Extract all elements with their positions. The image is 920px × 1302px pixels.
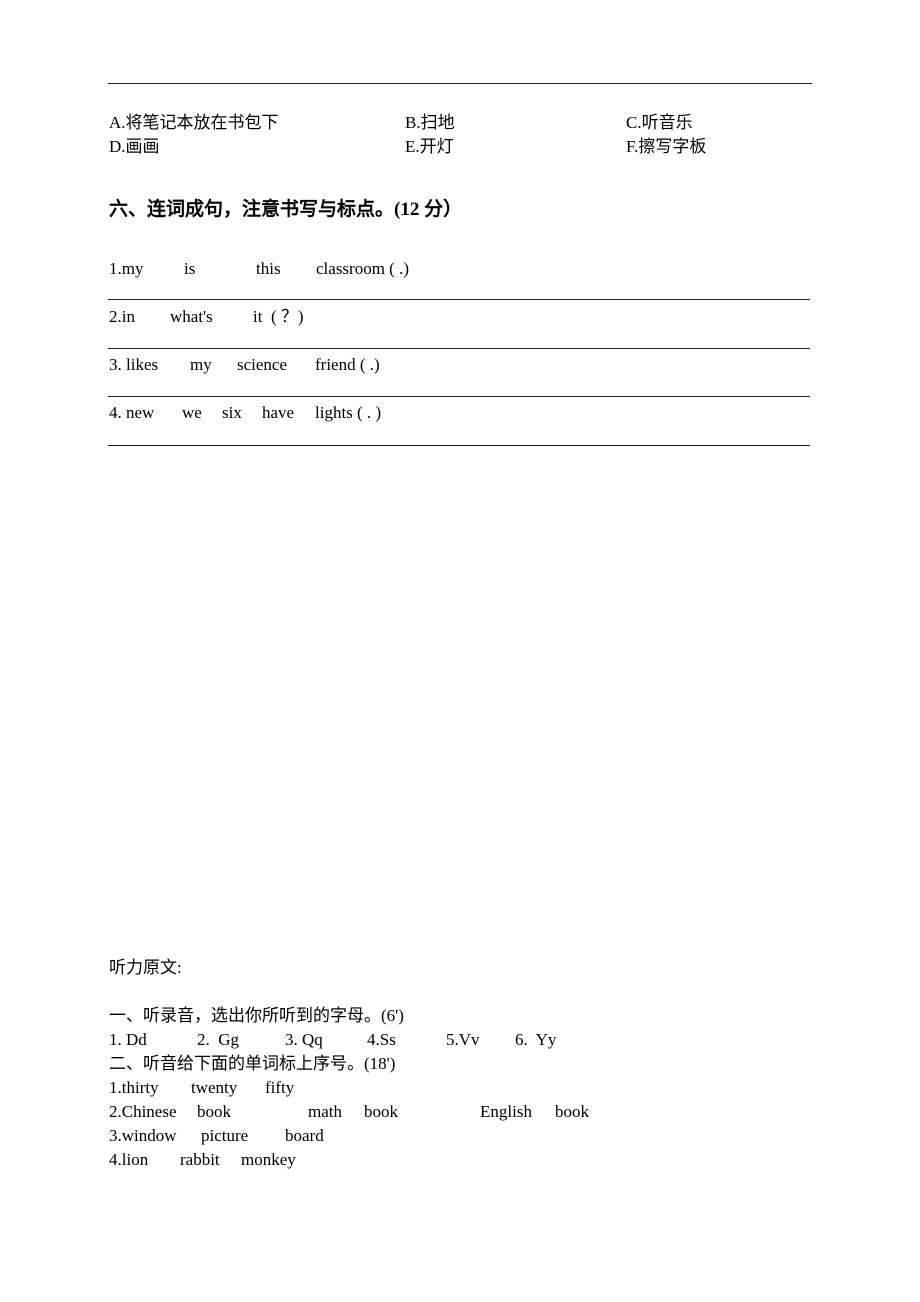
- word: 4. new: [109, 403, 155, 422]
- option-d: D.画画: [109, 137, 160, 156]
- listening-part1-title: 一、听录音，选出你所听到的字母。(6'): [109, 1006, 404, 1025]
- word: what's: [170, 307, 213, 326]
- word: 4.lion: [109, 1150, 149, 1169]
- word: book: [364, 1102, 398, 1121]
- word: lights ( . ): [315, 403, 382, 422]
- letter-item: 3. Qq: [285, 1030, 323, 1049]
- word: six: [222, 403, 242, 422]
- answer-line-1[interactable]: [108, 299, 810, 300]
- letter-item: 1. Dd: [109, 1030, 147, 1049]
- word: book: [197, 1102, 231, 1121]
- option-e: E.开灯: [405, 137, 454, 156]
- word: classroom ( .): [316, 259, 410, 278]
- option-f: F.擦写字板: [626, 137, 707, 156]
- word: 2.in: [109, 307, 135, 326]
- word: picture: [201, 1126, 249, 1145]
- word: fifty: [265, 1078, 295, 1097]
- word: friend ( .): [315, 355, 380, 374]
- word: monkey: [241, 1150, 296, 1169]
- word: 1.my: [109, 259, 144, 278]
- option-a: A.将笔记本放在书包下: [109, 113, 279, 132]
- word: 2.Chinese: [109, 1102, 177, 1121]
- letter-item: 5.Vv: [446, 1030, 480, 1049]
- listening-part2-title: 二、听音给下面的单词标上序号。(18'): [109, 1054, 396, 1073]
- word: board: [285, 1126, 324, 1145]
- word: twenty: [191, 1078, 238, 1097]
- letter-item: 4.Ss: [367, 1030, 396, 1049]
- letter-item: 2. Gg: [197, 1030, 240, 1049]
- word: math: [308, 1102, 342, 1121]
- word: this: [256, 259, 281, 278]
- word: my: [190, 355, 212, 374]
- top-divider: [108, 83, 812, 84]
- listening-title: 听力原文:: [109, 958, 182, 977]
- section6-title: 六、连词成句，注意书写与标点。(12 分）: [109, 199, 463, 220]
- word: book: [555, 1102, 589, 1121]
- option-c: C.听音乐: [626, 113, 693, 132]
- word: 1.thirty: [109, 1078, 159, 1097]
- word: rabbit: [180, 1150, 220, 1169]
- word: English: [480, 1102, 532, 1121]
- letter-item: 6. Yy: [515, 1030, 557, 1049]
- word: it ( ？): [253, 307, 304, 326]
- word: is: [184, 259, 196, 278]
- word: science: [237, 355, 288, 374]
- word: we: [182, 403, 202, 422]
- answer-line-3[interactable]: [108, 396, 810, 397]
- answer-line-2[interactable]: [108, 348, 810, 349]
- answer-line-4[interactable]: [108, 445, 810, 446]
- word: have: [262, 403, 295, 422]
- option-b: B.扫地: [405, 113, 455, 132]
- word: 3. likes: [109, 355, 159, 374]
- word: 3.window: [109, 1126, 177, 1145]
